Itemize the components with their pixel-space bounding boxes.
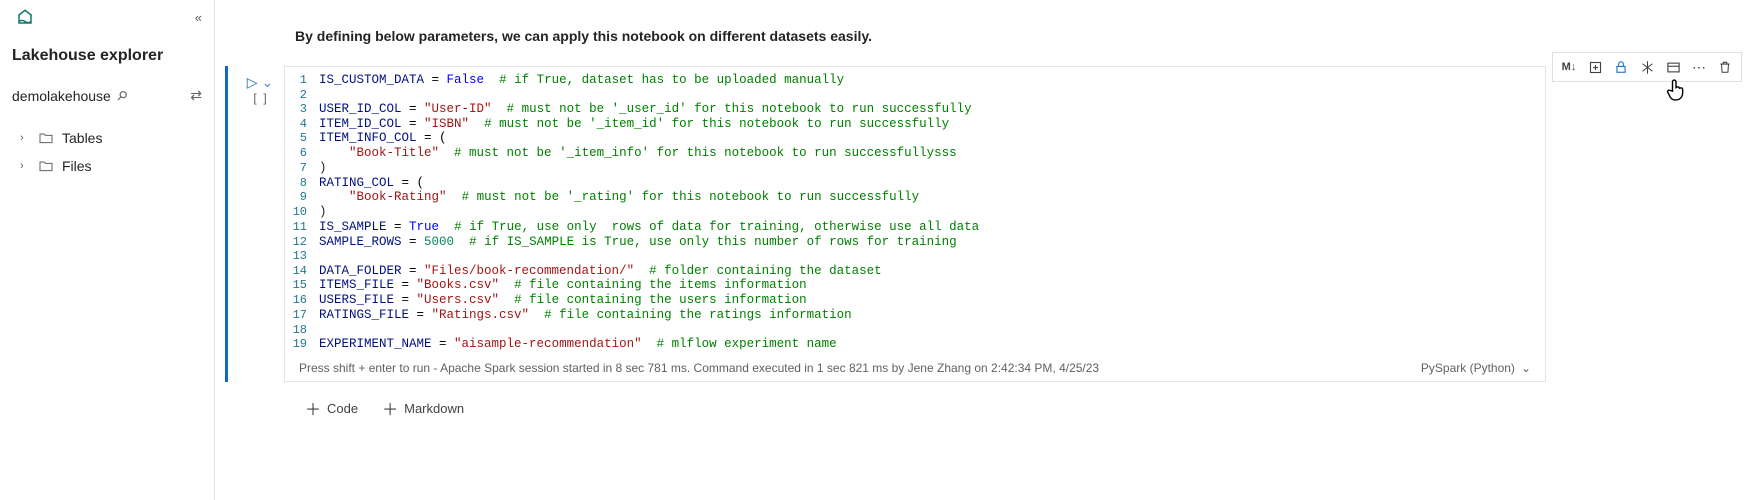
pin-icon[interactable]: ⚲ (113, 86, 131, 104)
line-number: 18 (285, 323, 319, 337)
line-number: 2 (285, 88, 319, 102)
line-number: 19 (285, 337, 319, 352)
code-line[interactable]: 11IS_SAMPLE = True # if True, use only r… (285, 220, 1545, 235)
code-line[interactable]: 18 (285, 323, 1545, 337)
code-content[interactable]: USER_ID_COL = "User-ID" # must not be '_… (319, 102, 972, 117)
cell-selection-bar (225, 66, 228, 382)
line-number: 5 (285, 131, 319, 146)
tree-item-files[interactable]: › Files (0, 152, 214, 180)
insert-snippet-button[interactable] (1585, 57, 1605, 77)
code-line[interactable]: 13 (285, 249, 1545, 263)
line-number: 10 (285, 205, 319, 220)
line-number: 1 (285, 73, 319, 88)
cell-toolbar: M↓ ⋯ (1552, 52, 1742, 82)
convert-markdown-button[interactable]: M↓ (1559, 57, 1579, 77)
add-code-cell-button[interactable]: ＋Code (305, 396, 358, 420)
line-number: 16 (285, 293, 319, 308)
lock-cell-button[interactable] (1611, 57, 1631, 77)
more-actions-button[interactable]: ⋯ (1689, 57, 1709, 77)
line-number: 13 (285, 249, 319, 263)
code-content[interactable]: DATA_FOLDER = "Files/book-recommendation… (319, 264, 882, 279)
execution-count: [ ] (253, 91, 266, 105)
chevron-down-icon: ⌄ (1521, 361, 1531, 375)
code-line[interactable]: 2 (285, 88, 1545, 102)
collapse-sidebar-icon[interactable]: « (195, 10, 202, 25)
code-line[interactable]: 12SAMPLE_ROWS = 5000 # if IS_SAMPLE is T… (285, 235, 1545, 250)
code-line[interactable]: 6 "Book-Title" # must not be '_item_info… (285, 146, 1545, 161)
line-number: 3 (285, 102, 319, 117)
line-number: 14 (285, 264, 319, 279)
hide-output-button[interactable] (1663, 57, 1683, 77)
code-content[interactable]: ) (319, 205, 327, 220)
code-line[interactable]: 5ITEM_INFO_COL = ( (285, 131, 1545, 146)
code-content[interactable]: "Book-Rating" # must not be '_rating' fo… (319, 190, 919, 205)
sidebar: « Lakehouse explorer demolakehouse ⚲ ⇄ ›… (0, 0, 215, 500)
add-cell-row: ＋Code ＋Markdown (305, 396, 1756, 420)
cell-status-text: Press shift + enter to run - Apache Spar… (285, 351, 1545, 381)
lakehouse-logo-icon (16, 8, 34, 26)
kernel-label: PySpark (Python) (1421, 361, 1515, 375)
code-content[interactable]: RATING_COL = ( (319, 176, 424, 191)
line-number: 8 (285, 176, 319, 191)
line-number: 12 (285, 235, 319, 250)
code-line[interactable]: 1IS_CUSTOM_DATA = False # if True, datas… (285, 73, 1545, 88)
run-cell-button[interactable]: ▷ (247, 74, 258, 91)
code-content[interactable]: ITEM_ID_COL = "ISBN" # must not be '_ite… (319, 117, 949, 132)
code-line[interactable]: 10) (285, 205, 1545, 220)
code-line[interactable]: 3USER_ID_COL = "User-ID" # must not be '… (285, 102, 1545, 117)
code-content[interactable]: "Book-Title" # must not be '_item_info' … (319, 146, 957, 161)
tree: › Tables › Files (0, 124, 214, 180)
code-editor[interactable]: 1IS_CUSTOM_DATA = False # if True, datas… (285, 73, 1545, 351)
code-line[interactable]: 14DATA_FOLDER = "Files/book-recommendati… (285, 264, 1545, 279)
code-content[interactable]: EXPERIMENT_NAME = "aisample-recommendati… (319, 337, 837, 352)
code-content[interactable]: USERS_FILE = "Users.csv" # file containi… (319, 293, 807, 308)
lakehouse-name-label: demolakehouse (12, 88, 111, 104)
lakehouse-selector[interactable]: demolakehouse ⚲ ⇄ (0, 83, 214, 108)
code-content[interactable]: SAMPLE_ROWS = 5000 # if IS_SAMPLE is Tru… (319, 235, 957, 250)
code-content[interactable]: RATINGS_FILE = "Ratings.csv" # file cont… (319, 308, 852, 323)
code-line[interactable]: 8RATING_COL = ( (285, 176, 1545, 191)
tree-item-label: Files (62, 158, 92, 174)
freeze-cell-button[interactable] (1637, 57, 1657, 77)
code-content[interactable]: IS_SAMPLE = True # if True, use only row… (319, 220, 979, 235)
code-line[interactable]: 15ITEMS_FILE = "Books.csv" # file contai… (285, 278, 1545, 293)
line-number: 15 (285, 278, 319, 293)
tree-item-tables[interactable]: › Tables (0, 124, 214, 152)
code-line[interactable]: 19EXPERIMENT_NAME = "aisample-recommenda… (285, 337, 1545, 352)
line-number: 9 (285, 190, 319, 205)
code-cell[interactable]: 1IS_CUSTOM_DATA = False # if True, datas… (284, 66, 1546, 382)
swap-lakehouse-icon[interactable]: ⇄ (190, 87, 202, 104)
delete-cell-button[interactable] (1715, 57, 1735, 77)
explorer-title: Lakehouse explorer (12, 47, 214, 65)
plus-icon: ＋ (382, 396, 398, 420)
code-cell-wrap: ▷ ⌄ [ ] 1IS_CUSTOM_DATA = False # if Tru… (225, 66, 1756, 382)
code-content[interactable]: ITEMS_FILE = "Books.csv" # file containi… (319, 278, 807, 293)
code-content[interactable]: IS_CUSTOM_DATA = False # if True, datase… (319, 73, 844, 88)
line-number: 11 (285, 220, 319, 235)
plus-icon: ＋ (305, 396, 321, 420)
code-line[interactable]: 17RATINGS_FILE = "Ratings.csv" # file co… (285, 308, 1545, 323)
kernel-selector[interactable]: PySpark (Python) ⌄ (1421, 361, 1531, 375)
markdown-cell-text: By defining below parameters, we can app… (295, 28, 1756, 44)
add-markdown-cell-button[interactable]: ＋Markdown (382, 396, 464, 420)
line-number: 6 (285, 146, 319, 161)
run-dropdown-button[interactable]: ⌄ (262, 74, 274, 91)
code-line[interactable]: 16USERS_FILE = "Users.csv" # file contai… (285, 293, 1545, 308)
cell-gutter: ▷ ⌄ [ ] (236, 66, 284, 109)
code-line[interactable]: 9 "Book-Rating" # must not be '_rating' … (285, 190, 1545, 205)
line-number: 17 (285, 308, 319, 323)
chevron-right-icon: › (20, 160, 30, 172)
code-content[interactable]: ) (319, 161, 327, 176)
chevron-right-icon: › (20, 132, 30, 144)
tree-item-label: Tables (62, 130, 102, 146)
line-number: 7 (285, 161, 319, 176)
code-content[interactable]: ITEM_INFO_COL = ( (319, 131, 447, 146)
folder-icon (38, 158, 54, 174)
folder-icon (38, 130, 54, 146)
line-number: 4 (285, 117, 319, 132)
notebook-main: By defining below parameters, we can app… (215, 0, 1756, 500)
code-line[interactable]: 4ITEM_ID_COL = "ISBN" # must not be '_it… (285, 117, 1545, 132)
code-line[interactable]: 7) (285, 161, 1545, 176)
